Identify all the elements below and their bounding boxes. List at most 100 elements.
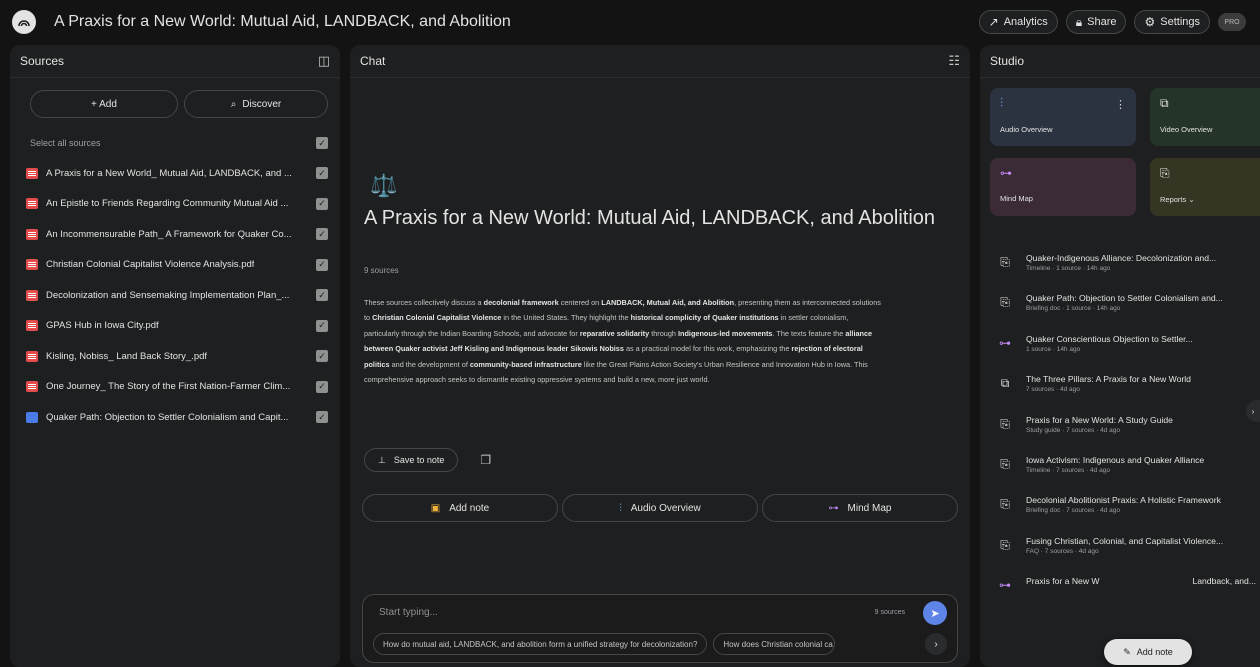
output-meta: FAQ · 7 sources · 4d ago [1026, 547, 1099, 555]
output-meta: Study guide · 7 sources · 4d ago [1026, 426, 1120, 434]
floating-add-note-label: Add note [1136, 647, 1173, 657]
mind-map-tile[interactable]: ⊶ Mind Map [990, 158, 1136, 216]
sources-title: Sources [20, 54, 65, 68]
pdf-file-icon [26, 167, 38, 179]
send-button[interactable]: ➤ [923, 601, 947, 625]
pdf-file-icon [26, 350, 38, 362]
studio-output-item[interactable]: ⎘ Quaker Path: Objection to Settler Colon… [980, 291, 1260, 331]
collapse-panel-icon[interactable]: ◫ [318, 53, 330, 69]
source-item-label: One Journey_ The Story of the First Nati… [46, 381, 291, 393]
reports-tile[interactable]: ⎘ Reports ⌄ [1150, 158, 1260, 216]
pdf-file-icon [26, 289, 38, 301]
lock-icon: 🔒︎ [1075, 14, 1083, 29]
settings-button[interactable]: ⚙ Settings [1134, 10, 1210, 34]
chevron-right-icon[interactable]: › [925, 633, 947, 655]
select-all-row[interactable]: Select all sources ✓ [10, 128, 340, 158]
chat-panel: Chat ☷ ⚖️ A Praxis for a New World: Mutu… [350, 45, 970, 667]
source-item-label: Kisling, Nobiss_ Land Back Story_.pdf [46, 350, 208, 362]
report-icon: ⎘ [1000, 537, 1010, 552]
source-checkbox[interactable]: ✓ [316, 258, 328, 271]
pro-badge: PRO [1218, 13, 1246, 31]
summary-text: in the United States. They highlight the [501, 313, 631, 323]
pin-icon: ⊥ [378, 454, 386, 465]
chat-header: Chat ☷ [350, 45, 970, 78]
output-title-tail: Landback, and... [1192, 576, 1256, 587]
source-item[interactable]: Christian Colonial Capitalist Violence A… [10, 250, 340, 281]
source-item[interactable]: One Journey_ The Story of the First Nati… [10, 372, 340, 403]
chat-title-label: Chat [360, 54, 386, 68]
source-item[interactable]: Decolonization and Sensemaking Implement… [10, 280, 340, 311]
notebook-summary: These sources collectively discuss a dec… [364, 295, 884, 387]
source-item[interactable]: GPAS Hub in Iowa City.pdf ✓ [10, 311, 340, 342]
composer-source-count: 9 sources [874, 609, 905, 616]
save-to-note-button[interactable]: ⊥ Save to note [364, 448, 459, 472]
analytics-button[interactable]: ↗ Analytics [978, 10, 1058, 34]
gear-icon: ⚙ [1144, 15, 1156, 29]
summary-text: . The texts feature the [772, 328, 846, 338]
mind-map-icon: ⊶ [999, 578, 1011, 593]
studio-output-item[interactable]: ⎘ Iowa Activism: Indigenous and Quaker Al… [980, 453, 1260, 493]
floating-add-note-button[interactable]: ✎ Add note [1104, 639, 1192, 665]
studio-output-item[interactable]: ⎘ Quaker-Indigenous Alliance: Decolonizat… [980, 251, 1260, 291]
source-checkbox[interactable]: ✓ [316, 289, 328, 302]
source-item[interactable]: An Epistle to Friends Regarding Communit… [10, 189, 340, 220]
mind-map-button[interactable]: ⊶ Mind Map [762, 494, 958, 522]
video-icon: ⧉ [1160, 96, 1169, 110]
notebook-title[interactable]: A Praxis for a New World: Mutual Aid, LA… [54, 13, 511, 31]
suggestion-chip[interactable]: How does Christian colonial ca [713, 633, 836, 655]
video-overview-tile-label: Video Overview [1160, 125, 1213, 134]
output-title: Quaker Path: Objection to Settler Coloni… [1026, 293, 1223, 304]
source-item[interactable]: Quaker Path: Objection to Settler Coloni… [10, 402, 340, 433]
reports-tile-label: Reports [1160, 195, 1187, 204]
discover-sources-button[interactable]: ⌕ Discover [183, 90, 328, 118]
studio-output-item[interactable]: ⊶ Quaker Conscientious Objection to Settl… [980, 332, 1260, 372]
source-item[interactable]: Kisling, Nobiss_ Land Back Story_.pdf ✓ [10, 341, 340, 372]
report-icon: ⎘ [1000, 416, 1010, 431]
audio-wave-icon: ⫶ [1000, 96, 1004, 110]
output-meta: 1 source · 14h ago [1026, 345, 1081, 353]
source-checkbox[interactable]: ✓ [316, 411, 328, 424]
chat-input[interactable]: Start typing... [379, 607, 438, 618]
app-logo-icon[interactable] [12, 10, 36, 34]
output-meta: 7 sources · 4d ago [1026, 386, 1080, 394]
tune-icon[interactable]: ☷ [948, 53, 960, 69]
copy-icon[interactable]: ❐ [480, 453, 491, 467]
share-button[interactable]: 🔒︎ Share [1065, 10, 1127, 34]
source-item-label: Decolonization and Sensemaking Implement… [46, 289, 290, 301]
studio-output-item[interactable]: ⧉ The Three Pillars: A Praxis for a New W… [980, 372, 1260, 412]
source-checkbox[interactable]: ✓ [316, 197, 328, 210]
audio-overview-button[interactable]: ⫶ Audio Overview [562, 494, 758, 522]
sources-panel: Sources ◫ + Add ⌕ Discover Select all sou… [10, 45, 340, 667]
source-item-label: Quaker Path: Objection to Settler Coloni… [46, 411, 289, 423]
source-checkbox[interactable]: ✓ [316, 228, 328, 241]
select-all-checkbox[interactable]: ✓ [316, 137, 328, 149]
chevron-down-icon: ⌄ [1188, 195, 1195, 204]
output-meta: Timeline · 1 source · 14h ago [1026, 265, 1111, 272]
source-item[interactable]: An Incommensurable Path_ A Framework for… [10, 219, 340, 250]
studio-output-item[interactable]: ⎘ Praxis for a New World: A Study Guide St… [980, 413, 1260, 453]
note-icon: ▣ [430, 502, 441, 514]
studio-output-item[interactable]: ⎘ Fusing Christian, Colonial, and Capital… [980, 534, 1260, 574]
summary-highlight: Indigenous-led movements [677, 328, 773, 338]
source-item-label: GPAS Hub in Iowa City.pdf [46, 320, 159, 332]
more-options-icon[interactable]: ⋮ [1115, 98, 1126, 111]
suggestion-chip[interactable]: How do mutual aid, LANDBACK, and aboliti… [373, 633, 708, 655]
chat-composer[interactable]: Start typing... 9 sources ➤ How do mutua… [362, 594, 958, 663]
source-checkbox[interactable]: ✓ [316, 350, 328, 363]
add-source-button[interactable]: + Add [30, 90, 178, 118]
studio-output-item[interactable]: ⊶ Praxis for a New W Landback, and... [980, 574, 1260, 614]
output-meta: Timeline · 7 sources · 4d ago [1026, 466, 1110, 474]
audio-overview-tile[interactable]: ⫶ ⋮ Audio Overview [990, 88, 1136, 146]
report-icon: ⎘ [1160, 166, 1170, 180]
output-meta: Briefing doc · 1 source · 14h ago [1026, 305, 1121, 313]
share-label: Share [1087, 16, 1117, 28]
source-checkbox[interactable]: ✓ [316, 380, 328, 393]
report-icon: ⎘ [1000, 456, 1010, 471]
studio-output-item[interactable]: ⎘ Decolonial Abolitionist Praxis: A Holis… [980, 493, 1260, 533]
source-checkbox[interactable]: ✓ [316, 319, 328, 332]
video-overview-tile[interactable]: ⧉ Video Overview [1150, 88, 1260, 146]
source-item[interactable]: A Praxis for a New World_ Mutual Aid, LA… [10, 158, 340, 189]
source-checkbox[interactable]: ✓ [316, 167, 328, 180]
add-note-button[interactable]: ▣ Add note [362, 494, 558, 522]
trending-up-icon: ↗ [988, 15, 999, 29]
